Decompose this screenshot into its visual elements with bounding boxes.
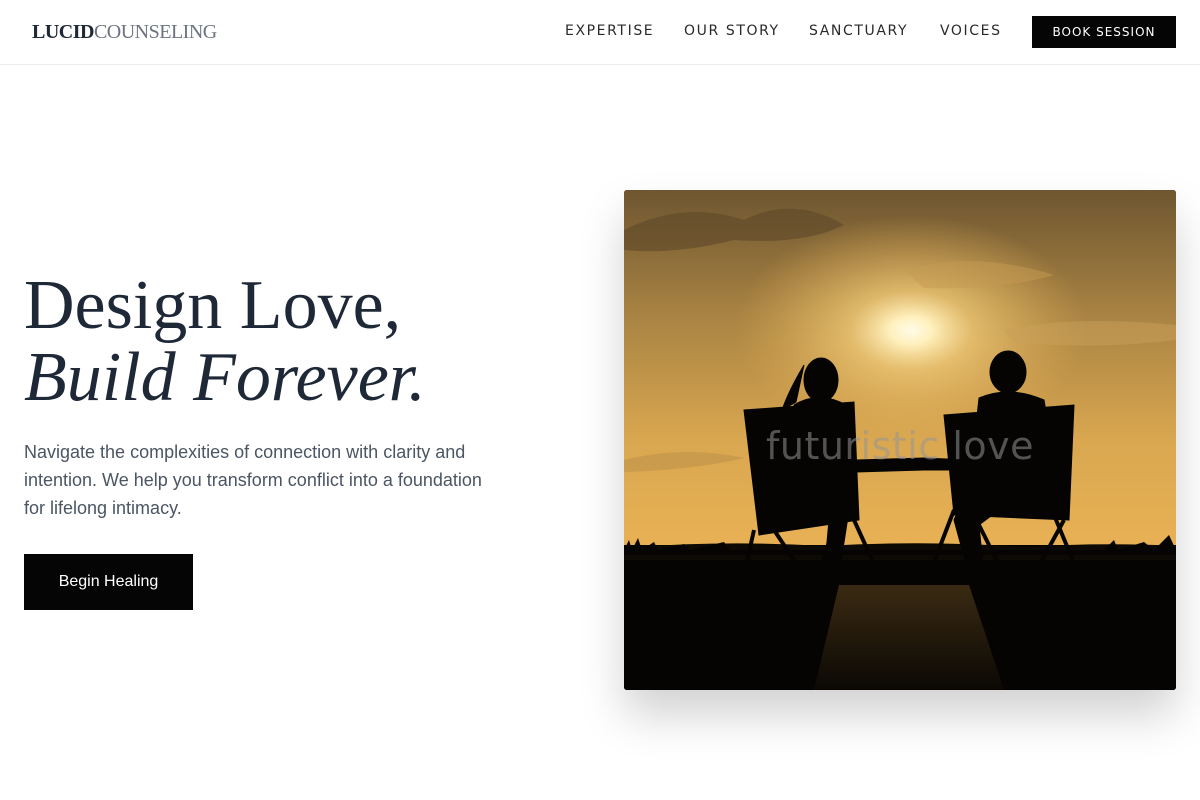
logo-bold: LUCID <box>32 21 94 43</box>
nav-expertise[interactable]: EXPERTISE <box>565 21 654 41</box>
nav-voices[interactable]: VOICES <box>940 21 1002 41</box>
hero-image: futuristic love <box>624 190 1176 690</box>
begin-healing-button[interactable]: Begin Healing <box>24 554 193 610</box>
hero-subtitle: Navigate the complexities of connection … <box>24 442 482 518</box>
logo[interactable]: LUCIDCOUNSELING <box>32 20 217 44</box>
hero-title-line2: Build Forever. <box>24 339 426 416</box>
logo-light: COUNSELING <box>93 21 217 43</box>
hero-title-line1: Design Love, <box>24 267 402 344</box>
couple-silhouette-illustration <box>624 190 1176 690</box>
book-session-button[interactable]: BOOK SESSION <box>1032 16 1176 48</box>
nav-our-story[interactable]: OUR STORY <box>684 21 780 41</box>
site-header: LUCIDCOUNSELING EXPERTISE OUR STORY SANC… <box>0 0 1200 65</box>
hero-title: Design Love, Build Forever. <box>24 270 584 414</box>
nav-sanctuary[interactable]: SANCTUARY <box>809 21 908 41</box>
